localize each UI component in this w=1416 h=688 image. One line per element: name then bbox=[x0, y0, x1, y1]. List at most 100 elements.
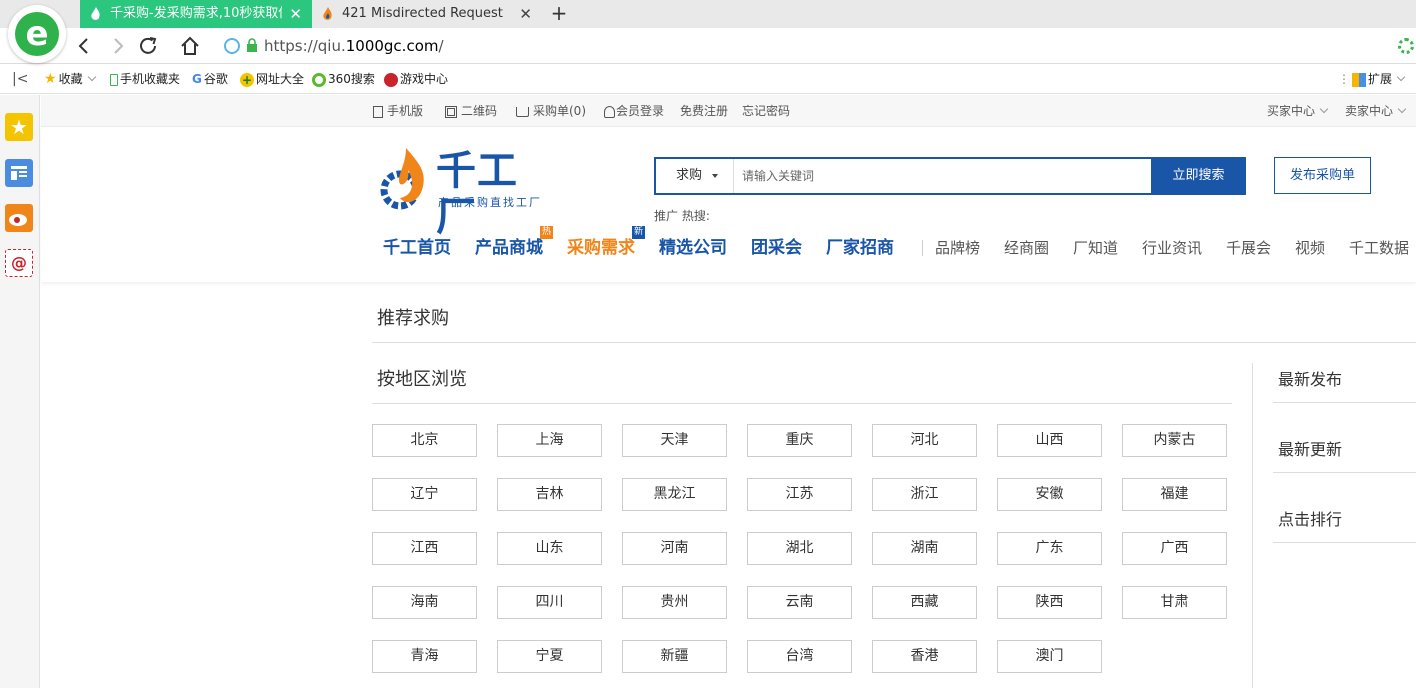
divider bbox=[372, 403, 1232, 404]
nav-video[interactable]: 视频 bbox=[1295, 232, 1325, 264]
region-button[interactable]: 浙江 bbox=[872, 478, 977, 511]
news-icon[interactable] bbox=[5, 159, 33, 187]
nav-mall[interactable]: 产品商城热 bbox=[475, 226, 553, 264]
post-purchase-button[interactable]: 发布采购单 bbox=[1274, 157, 1371, 194]
bookmark-google[interactable]: G 谷歌 bbox=[192, 65, 228, 94]
reload-button[interactable] bbox=[136, 34, 160, 58]
hot-badge: 热 bbox=[540, 226, 553, 239]
lock-icon bbox=[247, 38, 257, 52]
region-button[interactable]: 江苏 bbox=[747, 478, 852, 511]
nav-group-buy[interactable]: 团采会 bbox=[751, 232, 802, 264]
region-button[interactable]: 西藏 bbox=[872, 586, 977, 619]
latest-published-tab[interactable]: 最新发布 bbox=[1278, 366, 1342, 390]
nav-companies[interactable]: 精选公司 bbox=[659, 232, 727, 264]
nav-industry-news[interactable]: 行业资讯 bbox=[1142, 232, 1202, 264]
bookmark-mobile[interactable]: 手机收藏夹 bbox=[110, 65, 180, 94]
bookmark-360-search[interactable]: 360搜索 bbox=[312, 65, 375, 94]
register-link[interactable]: 免费注册 bbox=[680, 95, 728, 127]
region-button[interactable]: 香港 bbox=[872, 640, 977, 673]
region-button[interactable]: 云南 bbox=[747, 586, 852, 619]
region-button[interactable]: 江西 bbox=[372, 532, 477, 565]
nav-brand-rank[interactable]: 品牌榜 bbox=[935, 232, 980, 264]
region-button[interactable]: 河南 bbox=[622, 532, 727, 565]
tab-active[interactable]: 千采购-发采购需求,10秒获取供 ✕ bbox=[80, 0, 312, 28]
region-button[interactable]: 辽宁 bbox=[372, 478, 477, 511]
site-logo[interactable]: 千工厂 产品采购直找工厂 bbox=[378, 146, 550, 240]
divider bbox=[1273, 402, 1416, 403]
search-type-select[interactable]: 求购 bbox=[656, 159, 734, 193]
favorites-star-icon[interactable]: ★ bbox=[5, 113, 33, 141]
login-link[interactable]: 会员登录 bbox=[604, 95, 664, 127]
region-button[interactable]: 山西 bbox=[997, 424, 1102, 457]
browser-logo[interactable]: e bbox=[8, 5, 66, 63]
nav-purchase[interactable]: 采购需求新 bbox=[567, 226, 645, 264]
address-bar[interactable]: https://qiu.1000gc.com/ bbox=[222, 34, 1392, 58]
close-icon[interactable]: ✕ bbox=[519, 0, 532, 28]
tab-inactive[interactable]: 421 Misdirected Request ✕ bbox=[312, 0, 542, 28]
region-button[interactable]: 天津 bbox=[622, 424, 727, 457]
region-button[interactable]: 安徽 bbox=[997, 478, 1102, 511]
region-button[interactable]: 四川 bbox=[497, 586, 602, 619]
region-button[interactable]: 吉林 bbox=[497, 478, 602, 511]
bookmark-games[interactable]: 游戏中心 bbox=[384, 65, 448, 94]
bookmark-favorites[interactable]: ★ 收藏 bbox=[44, 65, 96, 94]
mail-icon[interactable]: @ bbox=[5, 249, 33, 277]
nav-label: 产品商城 bbox=[475, 238, 543, 258]
divider bbox=[372, 342, 1416, 343]
site-topbar: 手机版 二维码 采购单(0) 会员登录 免费注册 忘记密码 买家中心 卖家中心 bbox=[41, 95, 1416, 127]
url-host: 1000gc.com bbox=[345, 37, 439, 55]
bookmark-directory[interactable]: + 网址大全 bbox=[240, 65, 304, 94]
search-button[interactable]: 立即搜索 bbox=[1151, 157, 1246, 195]
region-button[interactable]: 甘肃 bbox=[1122, 586, 1227, 619]
region-button[interactable]: 新疆 bbox=[622, 640, 727, 673]
region-button[interactable]: 海南 bbox=[372, 586, 477, 619]
extensions-button[interactable]: 扩展 bbox=[1352, 65, 1406, 94]
star-icon: ★ bbox=[44, 71, 57, 87]
nav-business-circle[interactable]: 经商圈 bbox=[1004, 232, 1049, 264]
qrcode-link[interactable]: 二维码 bbox=[445, 95, 497, 127]
new-tab-button[interactable]: + bbox=[550, 0, 568, 28]
weibo-icon[interactable] bbox=[5, 204, 33, 232]
region-button[interactable]: 北京 bbox=[372, 424, 477, 457]
region-button[interactable]: 台湾 bbox=[747, 640, 852, 673]
region-button[interactable]: 湖南 bbox=[872, 532, 977, 565]
grid-icon bbox=[1352, 72, 1366, 87]
search-input[interactable] bbox=[742, 159, 1152, 193]
region-button[interactable]: 上海 bbox=[497, 424, 602, 457]
region-button[interactable]: 广西 bbox=[1122, 532, 1227, 565]
seller-center-menu[interactable]: 卖家中心 bbox=[1345, 95, 1407, 127]
region-button[interactable]: 河北 bbox=[872, 424, 977, 457]
region-button[interactable]: 宁夏 bbox=[497, 640, 602, 673]
top-clicks-tab[interactable]: 点击排行 bbox=[1278, 506, 1342, 530]
region-button[interactable]: 内蒙古 bbox=[1122, 424, 1227, 457]
region-button[interactable]: 重庆 bbox=[747, 424, 852, 457]
sidebar-toggle-icon[interactable]: |< bbox=[12, 65, 28, 94]
region-button[interactable]: 广东 bbox=[997, 532, 1102, 565]
latest-updated-tab[interactable]: 最新更新 bbox=[1278, 436, 1342, 460]
nav-data[interactable]: 千工数据 bbox=[1349, 232, 1409, 264]
back-button[interactable] bbox=[72, 34, 96, 58]
region-button[interactable]: 陕西 bbox=[997, 586, 1102, 619]
nav-factory-qa[interactable]: 厂知道 bbox=[1073, 232, 1118, 264]
cart-link[interactable]: 采购单(0) bbox=[516, 95, 586, 127]
nav-investment[interactable]: 厂家招商 bbox=[826, 232, 894, 264]
bookmark-label: 游戏中心 bbox=[400, 72, 449, 86]
region-button[interactable]: 贵州 bbox=[622, 586, 727, 619]
region-button[interactable]: 湖北 bbox=[747, 532, 852, 565]
region-button[interactable]: 黑龙江 bbox=[622, 478, 727, 511]
region-button[interactable]: 澳门 bbox=[997, 640, 1102, 673]
more-icon[interactable]: ⋮ bbox=[1338, 65, 1350, 94]
home-button[interactable] bbox=[178, 34, 202, 58]
region-button[interactable]: 山东 bbox=[497, 532, 602, 565]
mobile-label: 手机版 bbox=[387, 104, 424, 118]
mobile-link[interactable]: 手机版 bbox=[373, 95, 423, 127]
close-icon[interactable]: ✕ bbox=[289, 0, 302, 28]
nav-home[interactable]: 千工首页 bbox=[383, 232, 451, 264]
region-button[interactable]: 青海 bbox=[372, 640, 477, 673]
nav-exhibitions[interactable]: 千展会 bbox=[1226, 232, 1271, 264]
forward-button[interactable] bbox=[106, 34, 130, 58]
extension-icon[interactable] bbox=[1398, 38, 1414, 54]
buyer-center-menu[interactable]: 买家中心 bbox=[1267, 95, 1329, 127]
region-button[interactable]: 福建 bbox=[1122, 478, 1227, 511]
forgot-password-link[interactable]: 忘记密码 bbox=[742, 95, 790, 127]
